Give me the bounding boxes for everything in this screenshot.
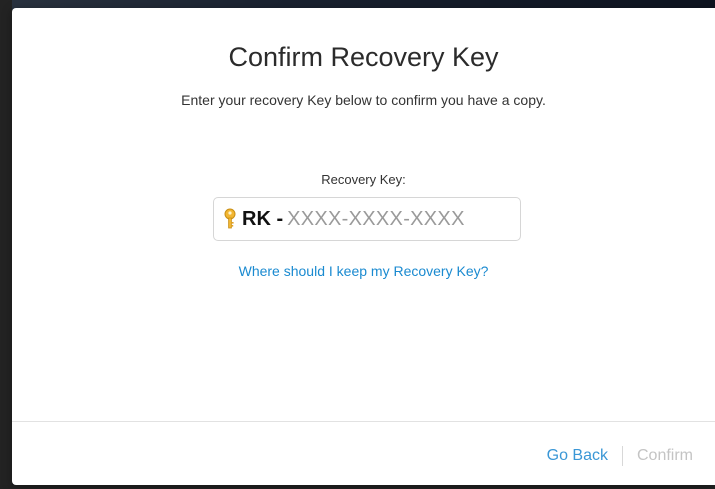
confirm-button[interactable]: Confirm [637, 447, 693, 465]
key-icon [224, 208, 236, 230]
recovery-key-prefix: RK - [242, 207, 284, 230]
dialog-subtitle: Enter your recovery Key below to confirm… [181, 92, 546, 108]
background-window-edge [0, 0, 12, 489]
recovery-key-input[interactable]: RK - XXXX-XXXX-XXXX [213, 197, 521, 241]
go-back-button[interactable]: Go Back [547, 447, 608, 465]
recovery-key-help-link[interactable]: Where should I keep my Recovery Key? [12, 263, 715, 279]
dialog-title: Confirm Recovery Key [228, 42, 499, 72]
background-window-bottom [0, 485, 715, 489]
recovery-key-label: Recovery Key: [321, 172, 406, 187]
button-separator [621, 446, 623, 466]
recovery-key-dialog: Confirm Recovery Key Enter your recovery… [12, 8, 715, 485]
dialog-footer: Go Back Confirm [547, 446, 693, 466]
recovery-key-placeholder: XXXX-XXXX-XXXX [287, 207, 465, 230]
footer-divider [12, 421, 715, 422]
